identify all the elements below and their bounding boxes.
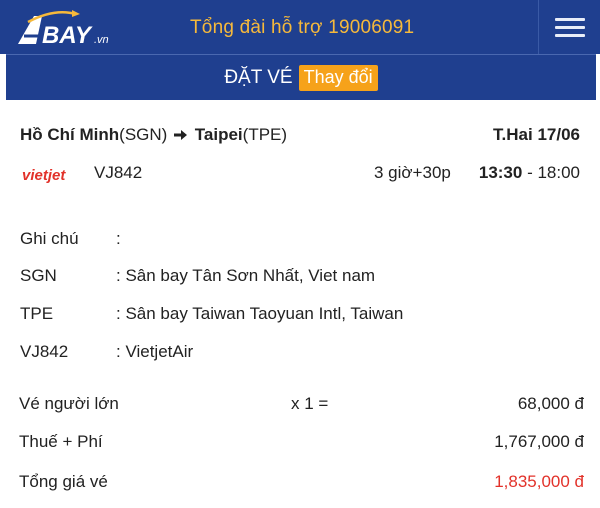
booking-bar: ĐẶT VÉ Thay đổi [6, 54, 596, 100]
tax-fee-row: Thuế + Phí 1,767,000 đ [19, 432, 584, 454]
detail-value: : VietjetAir [116, 342, 194, 361]
origin-code: (SGN) [119, 125, 168, 144]
time-separator: - [522, 163, 538, 182]
vietjet-logo-graphic: vietjet [22, 167, 66, 184]
abay-logo-graphic: BAY .vn [18, 10, 109, 49]
route-line: Hồ Chí Minh(SGN) Taipei(TPE) [20, 125, 287, 145]
abay-logo[interactable]: BAY .vn [14, 6, 124, 50]
booking-title: ĐẶT VÉ [224, 66, 293, 88]
detail-key: SGN [20, 266, 57, 285]
depart-time: 13:30 [478, 163, 523, 182]
total-price-label: Tổng giá vé [19, 472, 108, 491]
hamburger-menu-icon [554, 17, 585, 21]
adult-fare-row: Vé người lớn x 1 = 68,000 đ [19, 394, 584, 416]
top-header: BAY .vn Tổng đài hỗ trợ 19006091 [0, 0, 600, 54]
flight-duration: 3 giờ+30p [374, 163, 451, 182]
change-button[interactable]: Thay đổi [298, 64, 378, 91]
svg-text:BAY: BAY [42, 22, 93, 49]
flight-date: T.Hai 17/06 [493, 125, 580, 144]
destination-city: Taipei [194, 125, 243, 144]
origin-city: Hồ Chí Minh [20, 125, 120, 144]
tax-fee-value: 1,767,000 đ [494, 432, 584, 451]
detail-key: VJ842 [20, 342, 69, 361]
adult-multiplier: x 1 = [291, 394, 329, 413]
total-price-row: Tổng giá vé 1,835,000 đ [19, 472, 584, 494]
hamburger-menu-button[interactable] [538, 0, 600, 54]
tax-fee-label: Thuế + Phí [19, 432, 103, 451]
svg-text:.vn: .vn [94, 34, 109, 46]
arrive-time: 18:00 [537, 163, 580, 182]
adult-fare-value: 68,000 đ [517, 394, 584, 413]
flight-summary-card: Hồ Chí Minh(SGN) Taipei(TPE) T.Hai 17/06… [6, 100, 596, 508]
detail-key: TPE [20, 304, 54, 323]
vietjet-logo: vietjet [22, 166, 72, 189]
detail-value: : [116, 229, 121, 248]
svg-text:vietjet: vietjet [22, 167, 66, 184]
adult-fare-label: Vé người lớn [19, 394, 119, 413]
destination-code: (TPE) [242, 125, 288, 144]
detail-value: : Sân bay Taiwan Taoyuan Intl, Taiwan [116, 304, 404, 323]
flight-code: VJ842 [94, 163, 143, 182]
arrow-right-icon [174, 130, 188, 140]
detail-value: : Sân bay Tân Sơn Nhất, Viet nam [116, 266, 376, 285]
hotline-text[interactable]: Tổng đài hỗ trợ 19006091 [190, 17, 414, 39]
total-price-value: 1,835,000 đ [494, 472, 584, 491]
flight-time: 13:30 - 18:00 [479, 163, 580, 183]
detail-key: Ghi chú [20, 229, 79, 248]
